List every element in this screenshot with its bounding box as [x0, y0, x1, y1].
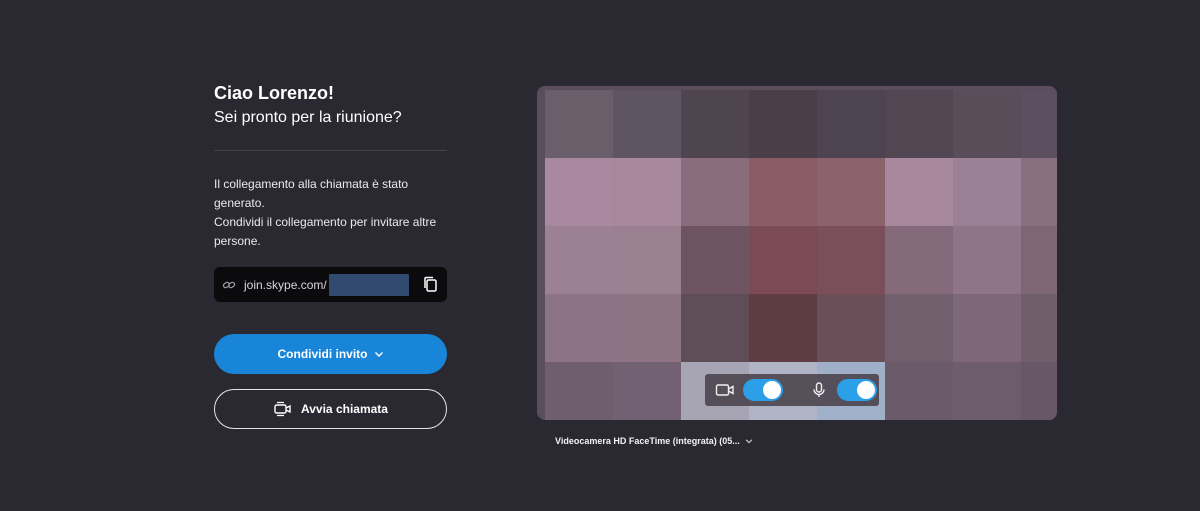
- video-pixel: [681, 226, 749, 294]
- video-toggle[interactable]: [743, 379, 783, 401]
- redacted-link-id: [328, 273, 409, 296]
- start-call-label: Avvia chiamata: [301, 402, 388, 416]
- video-pixel: [1021, 90, 1057, 158]
- blurred-video-feed: [545, 90, 1057, 420]
- video-pixel: [1021, 226, 1057, 294]
- video-pixel: [885, 294, 953, 362]
- video-pixel: [953, 90, 1021, 158]
- video-pixel: [613, 158, 681, 226]
- greeting-title: Ciao Lorenzo!: [214, 83, 334, 103]
- video-pixel: [953, 362, 1021, 420]
- video-pixel: [681, 294, 749, 362]
- video-pixel: [953, 226, 1021, 294]
- video-pixel: [681, 90, 749, 158]
- chevron-down-icon: [374, 352, 383, 357]
- microphone-toggle[interactable]: [837, 379, 877, 401]
- video-pixel: [613, 90, 681, 158]
- toggle-knob: [857, 381, 875, 399]
- copy-icon[interactable]: [422, 276, 438, 292]
- share-link-text: Condividi il collegamento per invitare a…: [214, 215, 437, 248]
- video-pixel: [749, 90, 817, 158]
- video-pixel: [681, 158, 749, 226]
- video-pixel: [817, 90, 885, 158]
- camera-device-selector[interactable]: Videocamera HD FaceTime (integrata) (05.…: [555, 436, 753, 446]
- video-pixel: [885, 226, 953, 294]
- video-camera-icon: [715, 384, 734, 396]
- divider: [214, 150, 447, 151]
- video-pixel: [749, 158, 817, 226]
- video-pixel: [545, 226, 613, 294]
- video-pixel: [885, 362, 953, 420]
- invite-link-text: join.skype.com/: [244, 277, 327, 292]
- video-pixel: [953, 294, 1021, 362]
- video-pixel: [749, 226, 817, 294]
- video-pixel: [545, 90, 613, 158]
- chevron-down-icon: [745, 439, 752, 444]
- video-pixel: [613, 294, 681, 362]
- video-call-icon: [274, 401, 291, 417]
- link-icon: [222, 281, 236, 288]
- toggle-knob: [763, 381, 781, 399]
- greeting-subtitle: Sei pronto per la riunione?: [214, 109, 402, 126]
- video-pixel: [545, 362, 613, 420]
- share-invite-button[interactable]: Condividi invito: [214, 334, 447, 374]
- link-generated-text: Il collegamento alla chiamata è stato ge…: [214, 177, 409, 210]
- camera-device-label: Videocamera HD FaceTime (integrata) (05.…: [555, 436, 740, 446]
- video-pixel: [749, 294, 817, 362]
- video-pixel: [817, 226, 885, 294]
- video-pixel: [817, 158, 885, 226]
- video-pixel: [953, 158, 1021, 226]
- start-call-button[interactable]: Avvia chiamata: [214, 389, 447, 429]
- video-pixel: [1021, 362, 1057, 420]
- video-pixel: [613, 362, 681, 420]
- video-pixel: [1021, 294, 1057, 362]
- meeting-setup-panel: Ciao Lorenzo! Sei pronto per la riunione…: [214, 82, 447, 429]
- share-invite-label: Condividi invito: [277, 347, 368, 361]
- video-pixel: [885, 90, 953, 158]
- microphone-icon: [813, 382, 825, 397]
- video-pixel: [1021, 158, 1057, 226]
- invite-link-field[interactable]: join.skype.com/: [214, 267, 447, 302]
- preview-controls: [705, 374, 879, 406]
- camera-preview: [537, 86, 1057, 420]
- video-pixel: [545, 294, 613, 362]
- video-pixel: [545, 158, 613, 226]
- video-pixel: [613, 226, 681, 294]
- video-pixel: [885, 158, 953, 226]
- video-pixel: [817, 294, 885, 362]
